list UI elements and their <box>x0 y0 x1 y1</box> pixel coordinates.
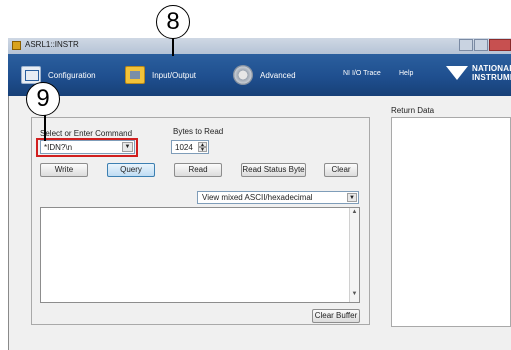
close-button[interactable] <box>489 39 511 51</box>
clear-button[interactable]: Clear <box>324 163 358 177</box>
callout-9-pointer <box>44 115 46 141</box>
window-title: ASRL1::INSTR <box>25 40 79 49</box>
maximize-button[interactable] <box>474 39 488 51</box>
read-button[interactable]: Read <box>174 163 222 177</box>
callout-8-pointer <box>172 38 174 56</box>
tab-configuration-label: Configuration <box>48 70 96 80</box>
view-mode-select[interactable]: View mixed ASCII/hexadecimal ▼ <box>197 191 359 204</box>
vertical-scrollbar[interactable]: ▲ ▼ <box>349 208 359 302</box>
scroll-up-icon[interactable]: ▲ <box>350 209 359 219</box>
query-button[interactable]: Query <box>107 163 155 177</box>
read-status-byte-button[interactable]: Read Status Byte <box>241 163 306 177</box>
return-data-label: Return Data <box>391 106 435 115</box>
tab-advanced-label: Advanced <box>260 70 296 80</box>
tab-input-output[interactable]: Input/Output <box>125 64 196 86</box>
tab-advanced[interactable]: Advanced <box>233 64 296 86</box>
bytes-to-read-value: 1024 <box>175 143 193 152</box>
bytes-to-read-label: Bytes to Read <box>173 127 224 136</box>
toolbar: Configuration Input/Output Advanced NI I… <box>8 54 511 96</box>
view-mode-value: View mixed ASCII/hexadecimal <box>202 193 313 202</box>
ni-eagle-icon <box>446 64 468 82</box>
scroll-down-icon[interactable]: ▼ <box>350 291 359 301</box>
clear-buffer-button[interactable]: Clear Buffer <box>312 309 360 323</box>
return-data-area[interactable] <box>391 117 511 327</box>
stepper-down-icon[interactable]: ▼ <box>198 147 207 153</box>
callout-8: 8 <box>156 5 190 39</box>
app-icon <box>12 41 21 50</box>
help-link[interactable]: Help <box>399 70 413 77</box>
tab-input-output-label: Input/Output <box>152 70 197 80</box>
callout-9: 9 <box>26 82 60 116</box>
command-highlight-box <box>36 138 138 157</box>
configuration-icon <box>21 66 41 84</box>
write-button[interactable]: Write <box>40 163 88 177</box>
window-controls <box>458 39 511 52</box>
chevron-down-icon[interactable]: ▼ <box>347 193 357 202</box>
output-text-area[interactable]: ▲ ▼ <box>40 207 360 303</box>
gear-icon <box>233 65 253 85</box>
logo-line-2: INSTRUMENTS <box>472 73 511 82</box>
title-bar: ASRL1::INSTR <box>8 38 511 54</box>
input-output-icon <box>125 66 145 84</box>
tab-configuration[interactable]: Configuration <box>21 64 96 86</box>
minimize-button[interactable] <box>459 39 473 51</box>
ni-io-trace-link[interactable]: NI I/O Trace <box>343 70 381 77</box>
command-label: Select or Enter Command <box>40 129 133 138</box>
national-instruments-logo: NATIONAL INSTRUMENTS <box>446 64 511 82</box>
bytes-to-read-stepper[interactable]: 1024 ▲ ▼ <box>171 140 209 154</box>
logo-text: NATIONAL INSTRUMENTS <box>472 64 511 82</box>
logo-line-1: NATIONAL <box>472 64 511 73</box>
